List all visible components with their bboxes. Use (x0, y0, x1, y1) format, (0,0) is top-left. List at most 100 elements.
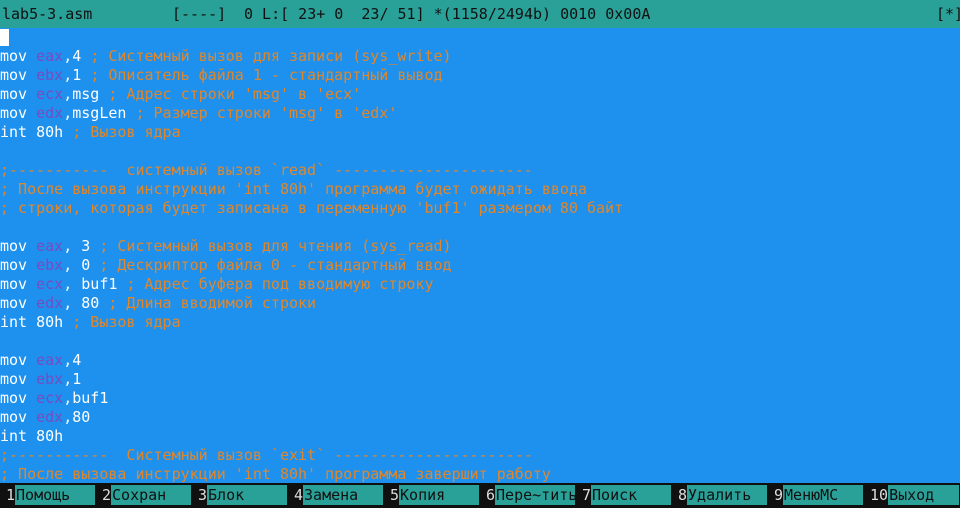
code-token: mov (0, 389, 37, 407)
code-token: mov (0, 85, 37, 103)
code-token: ,80 (63, 408, 91, 426)
fkey-number: 7 (582, 486, 592, 504)
fkey-10[interactable]: 10Выход (870, 483, 960, 508)
code-register: eax (36, 351, 64, 369)
fkey-label: Пере~тить (495, 485, 578, 505)
fkey-8[interactable]: 8Удалить (678, 483, 768, 508)
code-register: edx (36, 294, 64, 312)
code-line[interactable]: int 80h (0, 427, 63, 446)
fkey-label: Поиск (591, 485, 672, 505)
code-line[interactable]: mov edx,80 (0, 408, 90, 427)
code-register: ebx (36, 66, 64, 84)
code-comment: ; Вызов ядра (72, 123, 181, 141)
code-token: , 80 (63, 294, 109, 312)
fkey-4[interactable]: 4Замена (294, 483, 384, 508)
code-line[interactable]: int 80h ; Вызов ядра (0, 313, 181, 332)
editor-area[interactable]: mov eax,4 ; Системный вызов для записи (… (0, 28, 960, 483)
fkey-number: 3 (198, 486, 208, 504)
code-register: ecx (36, 389, 64, 407)
fkey-label: Удалить (687, 485, 768, 505)
code-comment: ;----------- системный вызов `read` ----… (0, 161, 533, 179)
code-line[interactable] (0, 28, 9, 47)
code-comment: ; Описатель файла 1 - стандартный вывод (90, 66, 443, 84)
code-comment: ;----------- Системный вызов `exit` ----… (0, 446, 533, 464)
code-comment: ; Размер строки 'msg' в 'edx' (135, 104, 398, 122)
status-bar: lab5-3.asm [----] 0 L:[ 23+ 0 23/ 51] *(… (0, 0, 960, 28)
fkey-number: 6 (486, 486, 496, 504)
fkey-9[interactable]: 9МенюMC (774, 483, 864, 508)
code-token: mov (0, 47, 37, 65)
code-line[interactable]: mov eax,4 (0, 351, 81, 370)
fkey-number: 1 (6, 486, 16, 504)
fkey-number: 5 (390, 486, 400, 504)
code-comment: ; строки, которая будет записана в перем… (0, 199, 624, 217)
fkey-3[interactable]: 3Блок (198, 483, 288, 508)
fkey-number: 9 (774, 486, 784, 504)
code-token: ,buf1 (63, 389, 109, 407)
code-line[interactable]: mov ebx,1 (0, 370, 81, 389)
fkey-5[interactable]: 5Копия (390, 483, 480, 508)
code-token: ,1 (63, 370, 82, 388)
code-token: int 80h (0, 313, 73, 331)
code-comment: ; Адрес буфера под вводимую строку (126, 275, 434, 293)
fkey-label: Замена (303, 485, 384, 505)
code-register: ecx (36, 275, 64, 293)
fkey-number: 10 (870, 486, 889, 504)
file-name: lab5-3.asm (2, 5, 93, 23)
code-comment: ; Вызов ядра (72, 313, 181, 331)
code-line[interactable]: mov edx,msgLen ; Размер строки 'msg' в '… (0, 104, 397, 123)
code-line[interactable]: int 80h ; Вызов ядра (0, 123, 181, 142)
code-line[interactable]: ; После вызова инструкции 'int 80h' прог… (0, 465, 551, 483)
code-line[interactable]: mov ecx,msg ; Адрес строки 'msg' в 'ecx' (0, 85, 361, 104)
code-line[interactable]: mov ecx, buf1 ; Адрес буфера под вводиму… (0, 275, 433, 294)
code-comment: ; После вызова инструкции 'int 80h' прог… (0, 180, 587, 198)
code-line[interactable]: mov eax, 3 ; Системный вызов для чтения … (0, 237, 452, 256)
fkey-label: Выход (888, 485, 960, 505)
code-register: edx (36, 104, 64, 122)
code-token: ,msgLen (63, 104, 136, 122)
code-line[interactable]: ;----------- системный вызов `read` ----… (0, 161, 533, 180)
code-register: ecx (36, 85, 64, 103)
code-line[interactable]: mov edx, 80 ; Длина вводимой строки (0, 294, 316, 313)
code-comment: ; После вызова инструкции 'int 80h' прог… (0, 465, 551, 483)
fkey-1[interactable]: 1Помощь (6, 483, 96, 508)
code-token: ,4 (63, 47, 91, 65)
code-comment: ; Системный вызов для записи (sys_write) (90, 47, 452, 65)
code-token: ,1 (63, 66, 91, 84)
code-comment: ; Дескриптор файла 0 - стандартный ввод (99, 256, 452, 274)
code-line[interactable]: ; После вызова инструкции 'int 80h' прог… (0, 180, 587, 199)
code-line[interactable]: mov ecx,buf1 (0, 389, 108, 408)
fkey-label: Помощь (15, 485, 96, 505)
code-token: mov (0, 408, 37, 426)
code-token: mov (0, 275, 37, 293)
edit-flags: [----] (172, 5, 227, 23)
code-token: , 0 (63, 256, 100, 274)
code-register: eax (36, 237, 64, 255)
code-token: mov (0, 370, 37, 388)
fkey-number: 2 (102, 486, 112, 504)
cursor-position: 0 L:[ 23+ 0 23/ 51] *(1158/2494b) 0010 0… (244, 5, 651, 23)
code-token: mov (0, 104, 37, 122)
code-token: mov (0, 237, 37, 255)
code-line[interactable]: ;----------- Системный вызов `exit` ----… (0, 446, 533, 465)
function-key-bar: 1Помощь 2Сохран 3Блок 4Замена 5Копия 6Пере~ти… (0, 483, 960, 508)
code-comment: ; Системный вызов для чтения (sys_read) (99, 237, 452, 255)
code-line[interactable]: mov ebx,1 ; Описатель файла 1 - стандарт… (0, 66, 443, 85)
code-line[interactable]: mov ebx, 0 ; Дескриптор файла 0 - станда… (0, 256, 452, 275)
mcedit-window: lab5-3.asm [----] 0 L:[ 23+ 0 23/ 51] *(… (0, 0, 960, 508)
fkey-7[interactable]: 7Поиск (582, 483, 672, 508)
code-line[interactable]: ; строки, которая будет записана в перем… (0, 199, 623, 218)
code-token: mov (0, 351, 37, 369)
fkey-6[interactable]: 6Пере~тить (486, 483, 578, 508)
code-token: mov (0, 256, 37, 274)
code-register: ebx (36, 370, 64, 388)
fkey-label: Копия (399, 485, 480, 505)
code-token: , buf1 (63, 275, 127, 293)
code-register: eax (36, 47, 64, 65)
fkey-number: 4 (294, 486, 304, 504)
code-line[interactable]: mov eax,4 ; Системный вызов для записи (… (0, 47, 452, 66)
fkey-2[interactable]: 2Сохран (102, 483, 192, 508)
modified-marker: [*] (936, 5, 960, 23)
code-comment: ; Длина вводимой строки (108, 294, 317, 312)
fkey-number: 8 (678, 486, 688, 504)
